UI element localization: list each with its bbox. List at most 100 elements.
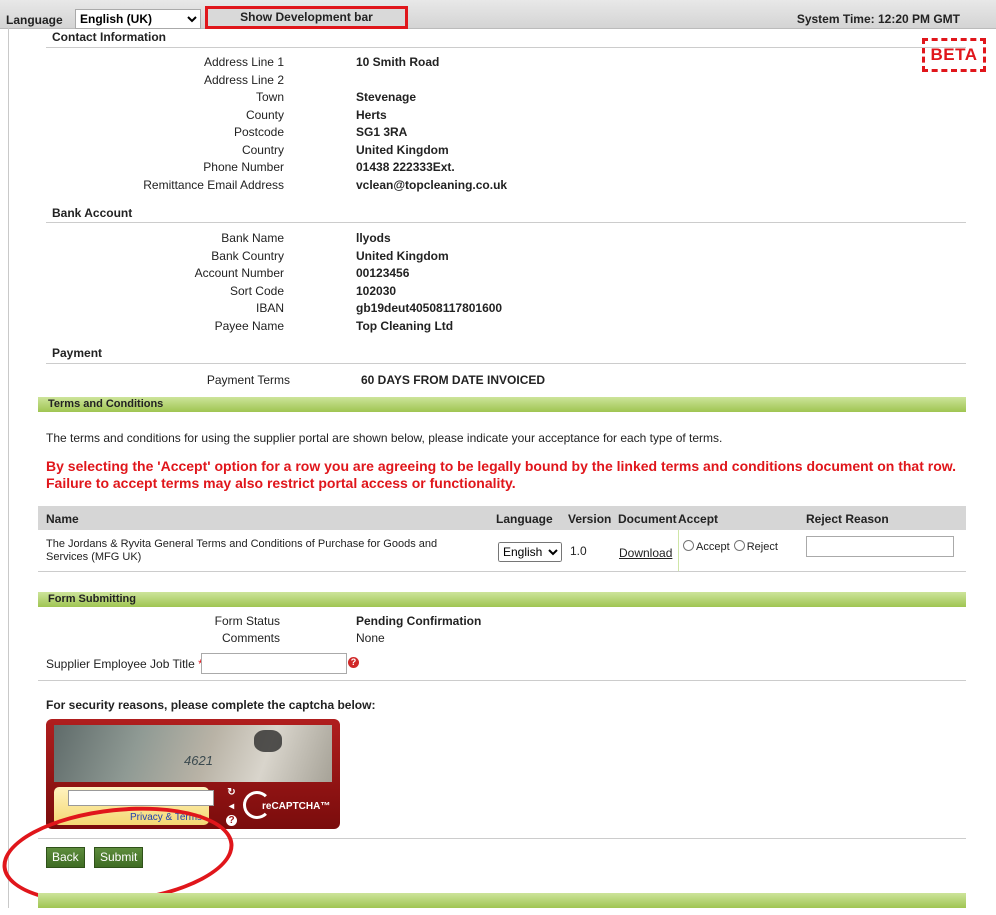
field-value: vclean@topcleaning.co.uk (356, 177, 508, 192)
bottom-bar (38, 893, 966, 908)
divider (46, 47, 966, 48)
form-status-label: Form Status (214, 614, 280, 628)
col-language: Language (496, 512, 553, 526)
field-row: Bank Name llyods (0, 231, 930, 249)
field-label: Address Line 1 (203, 55, 284, 69)
captcha-input[interactable] (68, 790, 214, 806)
payment-terms-row: Payment Terms 60 DAYS FROM DATE INVOICED (0, 373, 930, 391)
field-label: Town (255, 90, 284, 104)
field-label: Remittance Email Address (143, 177, 284, 192)
table-row: The Jordans & Ryvita General Terms and C… (38, 530, 966, 572)
field-label: Phone Number (203, 160, 284, 174)
reject-reason-input[interactable] (806, 536, 954, 557)
field-row: Town Stevenage (0, 90, 930, 108)
field-value: llyods (356, 231, 391, 245)
field-row: Address Line 2 (0, 73, 930, 91)
captcha-title: For security reasons, please complete th… (46, 698, 376, 712)
job-title-label: Supplier Employee Job Title * (46, 657, 203, 671)
terms-warning-line1: By selecting the 'Accept' option for a r… (46, 458, 957, 474)
audio-icon[interactable]: ◂ (226, 801, 237, 812)
recaptcha-brand: reCAPTCHA™ (262, 801, 331, 812)
col-reject-reason: Reject Reason (806, 512, 889, 526)
job-title-text: Supplier Employee Job Title (46, 657, 195, 671)
field-value: Stevenage (356, 90, 417, 104)
comments-value: None (356, 631, 385, 645)
payment-section-title: Payment (52, 346, 103, 360)
field-row: Country United Kingdom (0, 143, 930, 161)
comments-label: Comments (221, 631, 280, 645)
field-row: Bank Country United Kingdom (0, 249, 930, 267)
divider (38, 680, 966, 681)
captcha-image-text: 4621 (184, 753, 213, 768)
terms-section-bar: Terms and Conditions (38, 397, 966, 412)
comments-row: Comments None (0, 631, 930, 649)
bank-section-title: Bank Account (52, 206, 133, 220)
field-label: Bank Country (211, 248, 284, 263)
field-label: County (245, 107, 284, 122)
field-value: SG1 3RA (356, 125, 408, 139)
field-value: 01438 222333Ext. (356, 160, 455, 174)
terms-name: The Jordans & Ryvita General Terms and C… (46, 538, 438, 563)
language-select[interactable]: English (UK) (75, 9, 201, 29)
field-value: Herts (356, 107, 387, 122)
accept-label: Accept (696, 541, 730, 553)
help-icon[interactable]: ? (348, 657, 359, 668)
top-bar: Language English (UK) Show Development b… (0, 0, 996, 29)
field-label: Country (241, 142, 284, 157)
payment-terms-label: Payment Terms (206, 373, 290, 387)
field-value: United Kingdom (356, 142, 449, 157)
divider (46, 363, 966, 364)
field-row: Phone Number 01438 222333Ext. (0, 160, 930, 178)
accept-reject-group: Accept Reject (682, 540, 778, 553)
language-label: Language (6, 13, 63, 27)
field-value: 10 Smith Road (356, 55, 440, 69)
download-link[interactable]: Download (619, 546, 672, 560)
show-development-bar-button[interactable]: Show Development bar (205, 6, 408, 29)
field-label: Account Number (194, 266, 284, 280)
accept-radio[interactable] (683, 540, 694, 551)
field-row: Postcode SG1 3RA (0, 125, 930, 143)
col-document: Document (618, 512, 677, 526)
field-row: Payee Name Top Cleaning Ltd (0, 319, 930, 337)
terms-intro: The terms and conditions for using the s… (46, 431, 723, 445)
job-title-input[interactable] (201, 653, 347, 674)
terms-language-select[interactable]: English (498, 542, 562, 562)
system-time: System Time: 12:20 PM GMT (796, 12, 960, 26)
field-label: Sort Code (229, 283, 284, 298)
field-value: Top Cleaning Ltd (356, 318, 454, 333)
field-row: Remittance Email Address vclean@topcleani… (0, 178, 930, 196)
terms-warning: By selecting the 'Accept' option for a r… (46, 458, 956, 492)
field-label: Payee Name (214, 318, 284, 333)
field-row: Account Number 00123456 (0, 266, 930, 284)
beta-badge: BETA (922, 38, 986, 72)
captcha-image: 4621 (54, 725, 332, 782)
col-accept: Accept (678, 512, 719, 526)
help-icon[interactable]: ? (226, 815, 237, 826)
field-value: United Kingdom (356, 248, 449, 263)
form-section-bar: Form Submitting (38, 592, 966, 607)
field-value: gb19deut40508117801600 (356, 301, 503, 315)
form-status-value: Pending Confirmation (356, 614, 482, 628)
col-name: Name (46, 512, 79, 526)
divider (678, 530, 679, 571)
field-row: IBAN gb19deut40508117801600 (0, 301, 930, 319)
terms-table-header: Name Language Version Document Accept Re… (38, 506, 966, 530)
payment-terms-value: 60 DAYS FROM DATE INVOICED (361, 373, 546, 387)
terms-version: 1.0 (570, 544, 587, 558)
field-label: Address Line 2 (203, 72, 284, 87)
captcha-image-noise (254, 730, 282, 752)
field-label: IBAN (255, 301, 284, 315)
reject-radio[interactable] (733, 540, 745, 551)
terms-warning-line2: Failure to accept terms may also restric… (46, 475, 516, 491)
field-label: Postcode (233, 125, 284, 139)
col-version: Version (568, 512, 612, 526)
field-value: 102030 (356, 283, 397, 298)
field-row: Sort Code 102030 (0, 284, 930, 302)
field-row: Address Line 1 10 Smith Road (0, 55, 930, 73)
field-row: County Herts (0, 108, 930, 126)
field-value: 00123456 (356, 266, 410, 280)
refresh-icon[interactable]: ↻ (226, 787, 237, 798)
reject-label: Reject (746, 541, 778, 553)
contact-section-title: Contact Information (52, 30, 166, 44)
divider (46, 222, 966, 223)
